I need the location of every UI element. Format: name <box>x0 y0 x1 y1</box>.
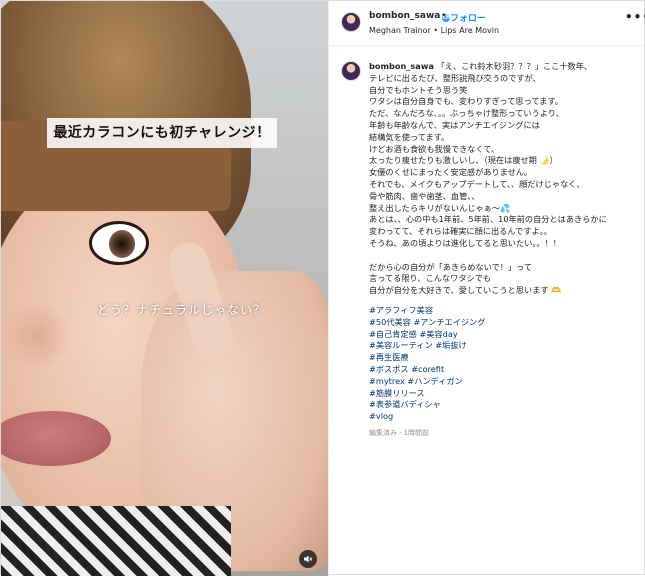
post-media[interactable]: 最近カラコンにも初チャレンジ！ どう？ナチュラルじゃない？ <box>1 1 328 576</box>
hashtag-link[interactable]: #アラフィフ美容 <box>369 305 485 317</box>
caption-line: けどお酒も食欲も我慢できなくて、 <box>369 143 500 154</box>
hashtag-link[interactable]: #筋膜リリース <box>369 388 485 400</box>
follow-button[interactable]: フォロー <box>450 11 486 24</box>
caption-line: あとは、、心の中も1年前、5年前、10年前の自分とはあきらかに <box>369 214 607 225</box>
caption-line: 自分が自分を大好きで、愛していこうと思います 🫶 <box>369 285 562 296</box>
caption-line: 整え出したらキリがないんじゃぁ〜💦 <box>369 202 511 213</box>
caption-line: そうね、あの頃よりは進化してると思いたい。。！！ <box>369 237 561 248</box>
avatar[interactable] <box>341 12 361 32</box>
caption-line: 女優のくせにまったく安定感がありません。 <box>369 167 533 178</box>
hashtag-link[interactable]: #美容ルーティン #垢抜け <box>369 340 485 352</box>
caption-line: それでも、メイクもアップデートして、、顔だけじゃなく、 <box>369 178 585 189</box>
hashtag-link[interactable]: #表参道バディシャ <box>369 399 485 411</box>
caption-line: 言ってる限り、こんなワタシでも <box>369 273 492 284</box>
mute-button[interactable] <box>299 550 317 568</box>
hashtag-link[interactable]: #ボスボス #corefit <box>369 364 485 376</box>
separator-dot: • <box>441 11 447 21</box>
caption-username[interactable]: bombon_sawa <box>369 61 434 71</box>
caption-line: だから心の自分が「あきらめないで！」って <box>369 261 533 272</box>
checkered-shirt <box>1 506 231 576</box>
post-details-panel: bombon_sawa check • フォロー Meghan Trainor •… <box>328 1 645 576</box>
iris <box>109 230 135 258</box>
media-overlay-text: どう？ナチュラルじゃない？ <box>97 303 267 317</box>
post-caption: bombon_sawa 「え、これ鈴木砂羽？？？」ここ十数年、 テレビに出るたび… <box>369 61 639 297</box>
hashtag-link[interactable]: #50代美容 #アンチエイジング <box>369 317 485 329</box>
caption-line: 「え、これ鈴木砂羽？？？」ここ十数年、 <box>436 61 593 71</box>
music-track[interactable]: Meghan Trainor • Lips Are Movin <box>369 26 499 35</box>
hashtag-link[interactable]: #mytrex #ハンディガン <box>369 376 485 388</box>
header-username[interactable]: bombon_sawa <box>369 11 440 21</box>
media-caption-box: 最近カラコンにも初チャレンジ！ <box>47 118 277 148</box>
caption-line: ワタシは自分自身でも、変わりすぎって思ってます。 <box>369 96 563 107</box>
post-header: bombon_sawa check • フォロー Meghan Trainor •… <box>329 1 645 46</box>
caption-line: テレビに出るたび、整形説飛び交うのですが、 <box>369 72 541 83</box>
speaker-muted-icon <box>304 555 313 563</box>
caption-line: 骨や筋肉、歯や歯茎、血管、、 <box>369 190 480 201</box>
caption-line: ただ、なんだろな、。。ぶっちゃけ整形っていうより、 <box>369 108 564 119</box>
eye <box>89 221 149 265</box>
post-meta: 編集済み · 1時間前 <box>369 429 430 437</box>
hashtag-link[interactable]: #vlog <box>369 411 485 423</box>
hashtag-link[interactable]: #自己肯定感 #美容day <box>369 329 485 341</box>
caption-line: 自分でもホントそう思う笑 <box>369 84 468 95</box>
more-options-icon[interactable]: ••• <box>625 10 645 24</box>
caption-line: 年齢も年齢なんで、実はアンチエイジングには <box>369 119 540 130</box>
caption-line: 太ったり痩せたりも激しいし、（現在は痩せ期 🌛） <box>369 155 558 166</box>
hashtag-list: #アラフィフ美容 #50代美容 #アンチエイジング #自己肯定感 #美容day … <box>369 305 485 423</box>
caption-line: 結構気を使ってます。 <box>369 131 450 142</box>
caption-line: 変わってて、それらは確実に顔に出るんですよ。。 <box>369 226 552 237</box>
hashtag-link[interactable]: #再生医療 <box>369 352 485 364</box>
caption-avatar[interactable] <box>341 61 361 81</box>
nose <box>1 301 71 371</box>
instagram-post: 最近カラコンにも初チャレンジ！ どう？ナチュラルじゃない？ bombon_saw… <box>0 0 645 576</box>
